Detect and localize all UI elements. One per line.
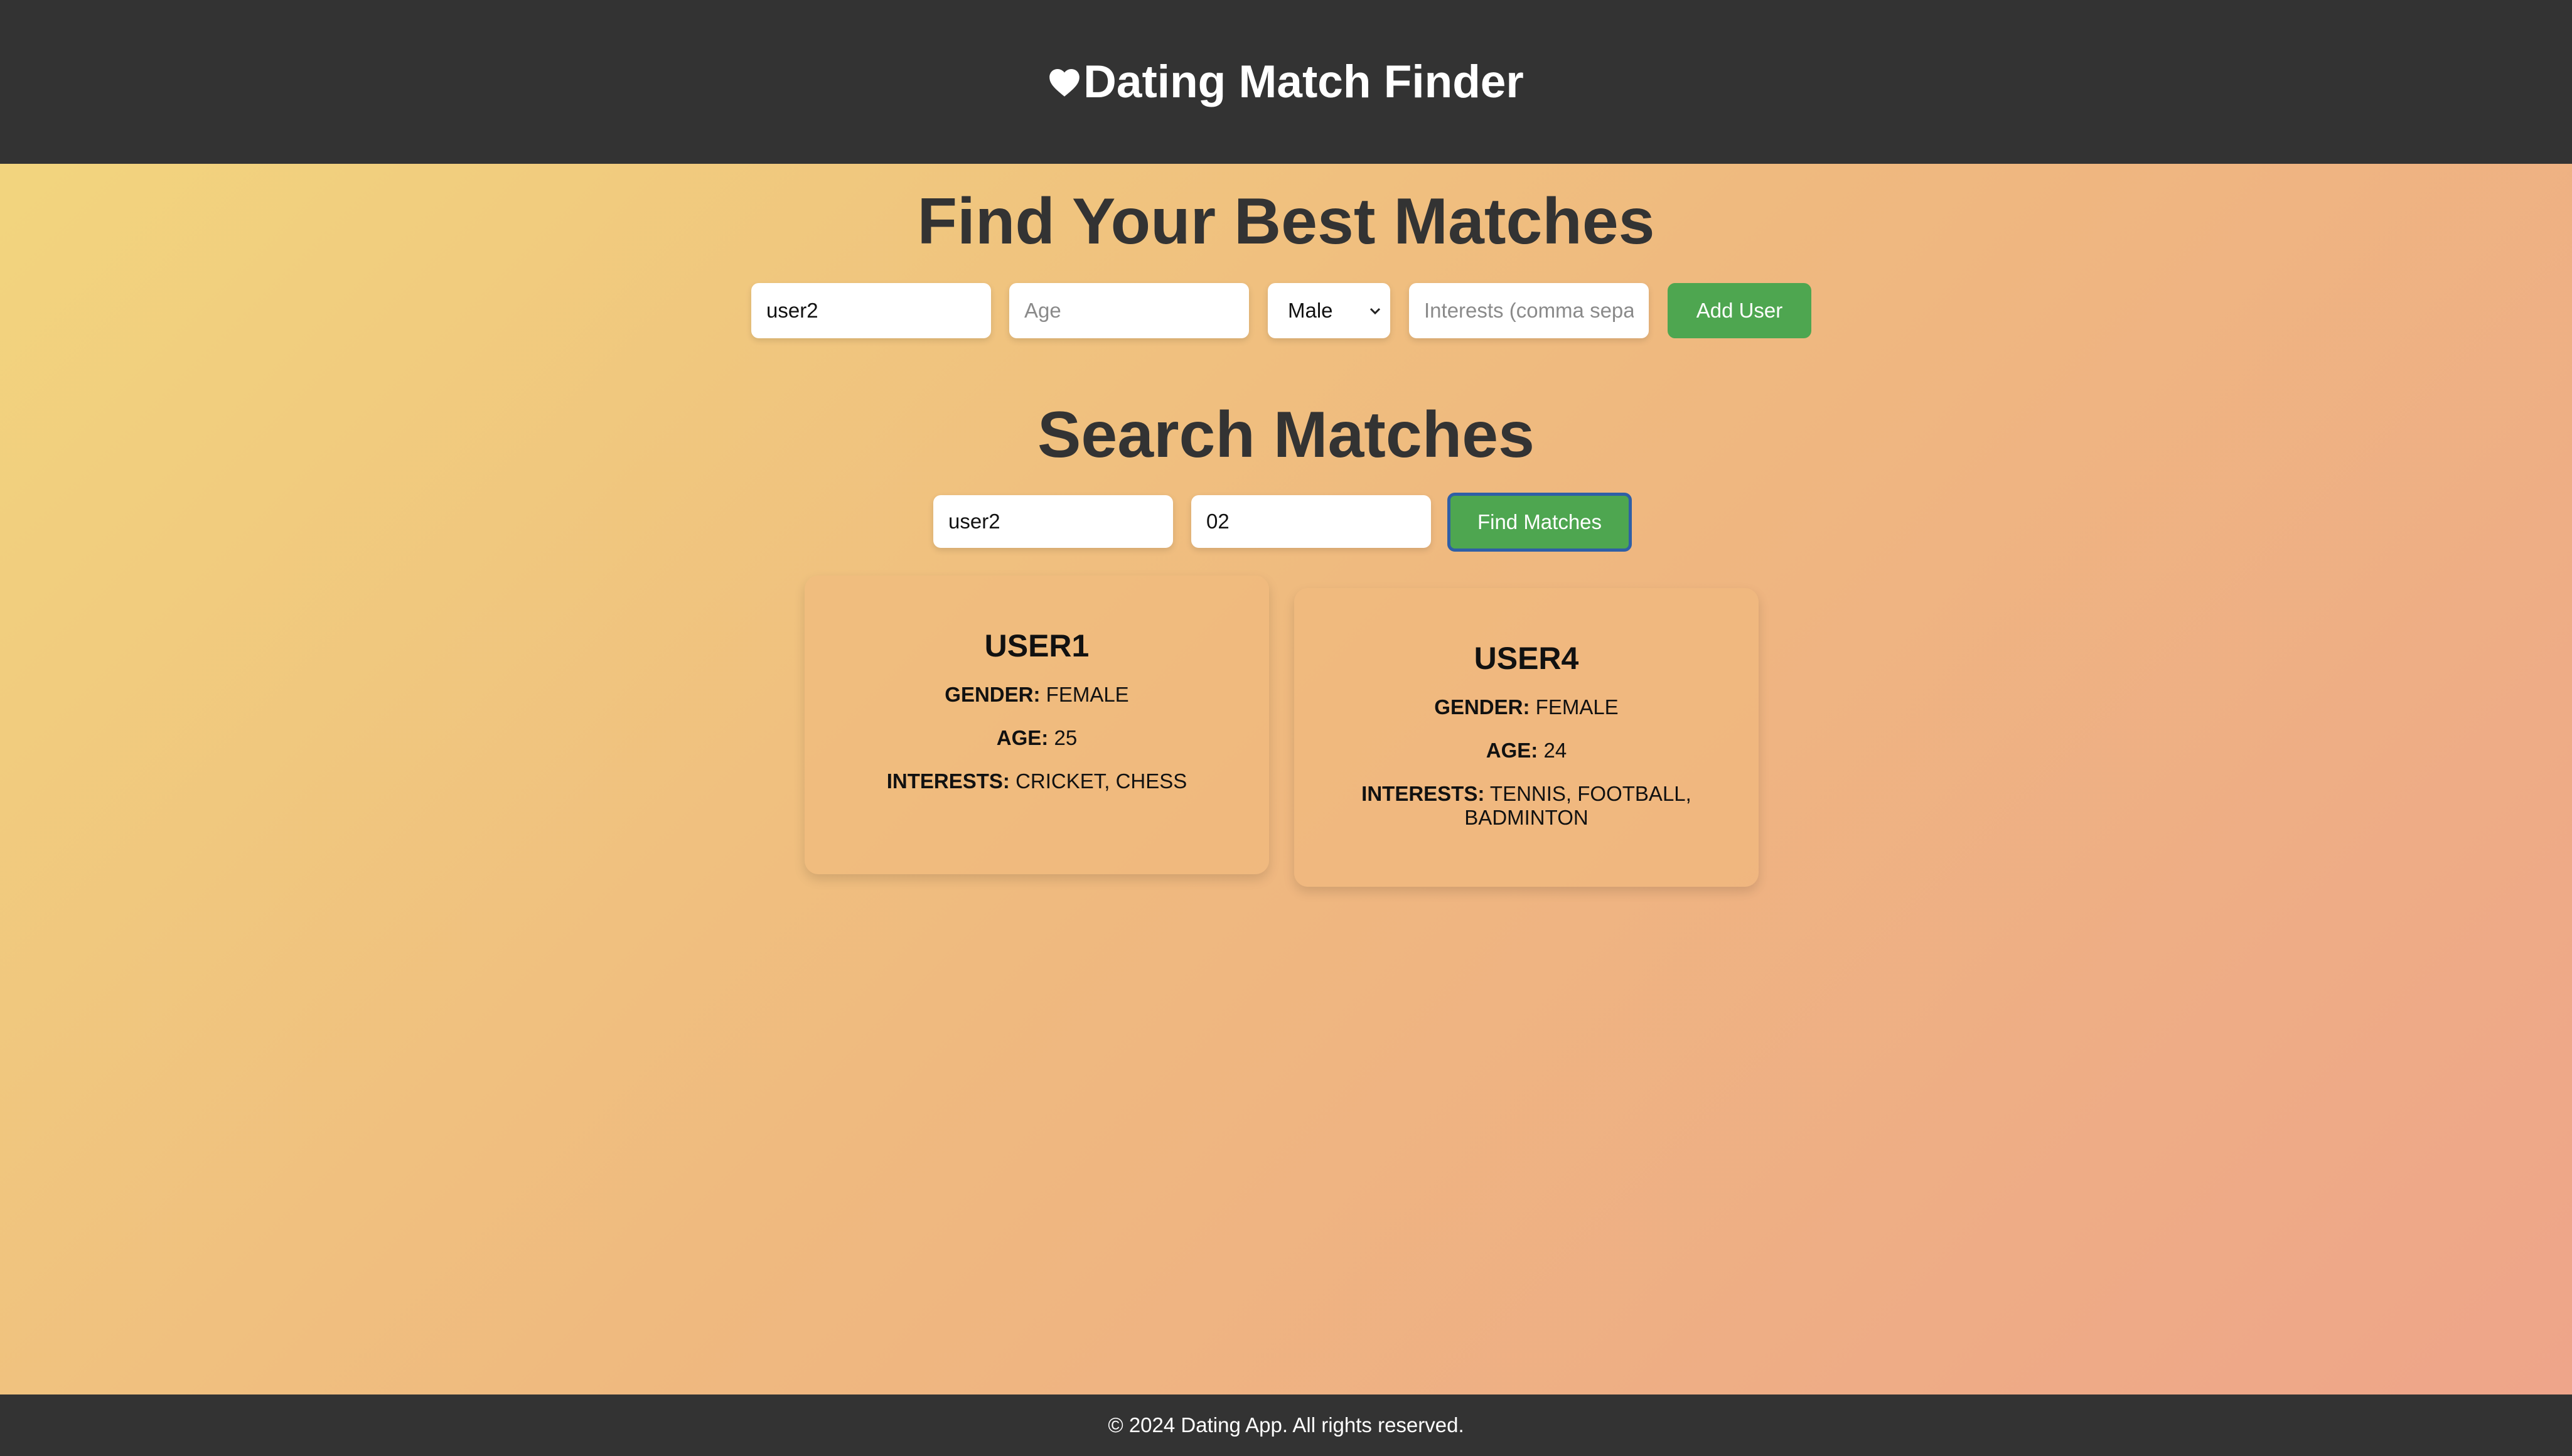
app-title: Dating Match Finder (1048, 56, 1524, 108)
chevron-down-icon (1369, 308, 1381, 315)
page-footer: © 2024 Dating App. All rights reserved. (0, 1394, 2572, 1456)
add-user-button[interactable]: Add User (1668, 283, 1811, 338)
interests-value: TENNIS, FOOTBALL, BADMINTON (1464, 782, 1691, 829)
match-age: AGE: 24 (1294, 739, 1759, 763)
app-title-text: Dating Match Finder (1083, 56, 1524, 107)
match-name: USER1 (984, 628, 1090, 663)
search-heading: Search Matches (1037, 399, 1535, 471)
match-interests: INTERESTS: TENNIS, FOOTBALL, BADMINTON (1294, 782, 1759, 830)
find-matches-button[interactable]: Find Matches (1447, 493, 1632, 552)
heart-icon (1049, 68, 1080, 97)
age-value: 25 (1054, 726, 1078, 749)
match-age: AGE: 25 (805, 726, 1269, 750)
match-interests: INTERESTS: CRICKET, CHESS (805, 769, 1269, 793)
interests-label: INTERESTS: (886, 769, 1010, 793)
interests-input[interactable] (1409, 283, 1649, 338)
age-input[interactable] (1009, 283, 1249, 338)
match-card: USER1 GENDER: FEMALE AGE: 25 INTERESTS: … (805, 575, 1269, 874)
app-header: Dating Match Finder (0, 0, 2572, 164)
gender-value: FEMALE (1046, 683, 1129, 706)
gender-select[interactable]: Male (1268, 283, 1390, 338)
search-username-input[interactable] (933, 495, 1173, 548)
interests-value: CRICKET, CHESS (1015, 769, 1187, 793)
age-label: AGE: (1486, 739, 1538, 762)
match-name: USER4 (1474, 641, 1579, 676)
gender-value: FEMALE (1535, 695, 1619, 719)
gender-label: GENDER: (945, 683, 1041, 706)
add-user-heading: Find Your Best Matches (917, 185, 1655, 258)
gender-label: GENDER: (1434, 695, 1530, 719)
age-label: AGE: (996, 726, 1049, 749)
gender-select-value: Male (1288, 299, 1333, 322)
match-gender: GENDER: FEMALE (805, 683, 1269, 707)
match-card: USER4 GENDER: FEMALE AGE: 24 INTERESTS: … (1294, 588, 1759, 887)
copyright-text: © 2024 Dating App. All rights reserved. (1108, 1413, 1464, 1437)
age-value: 24 (1543, 739, 1567, 762)
match-count-input[interactable] (1191, 495, 1431, 548)
interests-label: INTERESTS: (1361, 782, 1485, 805)
username-input[interactable] (751, 283, 991, 338)
match-gender: GENDER: FEMALE (1294, 695, 1759, 719)
